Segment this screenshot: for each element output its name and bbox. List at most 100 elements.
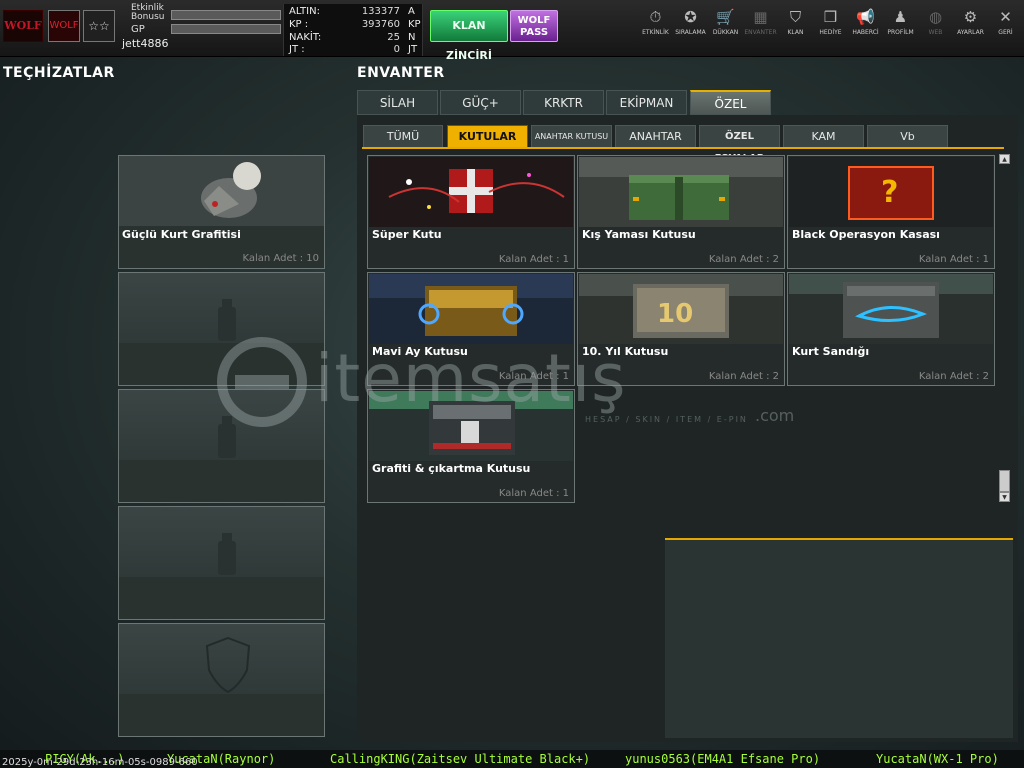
item-image: [369, 391, 573, 461]
spray-can-icon: [218, 416, 236, 458]
item-detail-panel: [665, 538, 1013, 738]
wolf-graffiti-image: [119, 156, 324, 226]
equipment-title: TEÇHİZATLAR: [3, 65, 115, 81]
tab-equipment[interactable]: EKİPMAN: [606, 90, 687, 115]
close-icon: ✕: [999, 8, 1012, 26]
inventory-item-blue-moon-box[interactable]: Mavi Ay Kutusu Kalan Adet : 1: [367, 272, 575, 386]
nav-dkkan[interactable]: 🛒 DÜKKAN: [708, 6, 743, 46]
shield-icon: [205, 636, 251, 694]
item-name: Kış Yaması Kutusu: [582, 228, 696, 241]
nav-etkinlik[interactable]: ⏱ ETKİNLİK: [638, 6, 673, 46]
cart-icon: 🛒: [716, 8, 735, 26]
item-image: [369, 274, 573, 344]
slot-image: [119, 156, 324, 226]
medal-icon: ✪: [684, 8, 697, 26]
inventory-item-black-op-case[interactable]: ? Black Operasyon Kasası Kalan Adet : 1: [787, 155, 995, 269]
nav-profilm[interactable]: ♟ PROFİLM: [883, 6, 918, 46]
item-count: Kalan Adet : 2: [918, 371, 989, 382]
inventory-item-winter-box[interactable]: Kış Yaması Kutusu Kalan Adet : 2: [577, 155, 785, 269]
equipment-slot-empty[interactable]: [118, 389, 325, 503]
nav-label: DÜKKAN: [712, 29, 739, 36]
event-bonus-bar: [171, 10, 281, 20]
scroll-up-button[interactable]: ▲: [999, 154, 1010, 164]
nav-envanter[interactable]: ▦ ENVANTER: [743, 6, 778, 46]
gp-bar: [171, 24, 281, 34]
event-bonus-label: Etkinlik Bonusu: [131, 3, 165, 22]
currency-panel: ALTIN: 133377 A KP :393760 KP NAKİT: 25 N JT …: [283, 4, 423, 56]
equipment-slot-empty[interactable]: [118, 506, 325, 620]
nav-geri[interactable]: ✕ GERİ: [988, 6, 1023, 46]
item-image: 10: [579, 274, 783, 344]
subtab-boxes[interactable]: KUTULAR: [447, 125, 528, 148]
nav-label: HEDİYE: [819, 29, 842, 36]
nav-label: HABERCİ: [852, 29, 879, 36]
gear-icon: ⚙: [963, 8, 978, 26]
nav-klan[interactable]: ⛉ KLAN: [778, 6, 813, 46]
subtab-camo[interactable]: KAM: [783, 125, 864, 148]
subtab-other[interactable]: Vb: [867, 125, 948, 148]
item-image: [579, 157, 783, 227]
item-count: Kalan Adet : 1: [498, 488, 569, 499]
item-image: [369, 157, 573, 227]
nav-siralama[interactable]: ✪ SIRALAMA: [673, 6, 708, 46]
nav-label: ETKİNLİK: [642, 29, 669, 36]
nav-haberci[interactable]: 📢 HABERCİ: [848, 6, 883, 46]
slot-item-name: Güçlü Kurt Grafitisi: [122, 228, 241, 241]
scroll-down-button[interactable]: ▼: [999, 492, 1010, 502]
gp-label: GP: [131, 24, 145, 35]
top-navigation: ⏱ ETKİNLİK ✪ SIRALAMA 🛒 DÜKKAN ▦ ENVANTER ⛉ KLAN ❒…: [638, 6, 1023, 46]
inventory-item-10th-year-box[interactable]: 10 10. Yıl Kutusu Kalan Adet : 2: [577, 272, 785, 386]
subtab-key-boxes[interactable]: ANAHTAR KUTUSU: [531, 125, 612, 148]
slot-item-count: Kalan Adet : 10: [242, 253, 319, 264]
equipment-slot-empty[interactable]: [118, 623, 325, 737]
subtab-keys[interactable]: ANAHTAR: [615, 125, 696, 148]
timestamp: 2025y-0m-29d-23h-16m-05s-0989-660: [2, 757, 198, 768]
nav-hediye[interactable]: ❒ HEDİYE: [813, 6, 848, 46]
nav-label: KLAN: [787, 29, 804, 36]
scrollbar-thumb[interactable]: [999, 470, 1010, 492]
klan-chain-button[interactable]: KLAN ZİNCİRİ: [430, 10, 508, 62]
clan-emblem[interactable]: WOLF: [48, 10, 80, 42]
tab-character[interactable]: KRKTR: [523, 90, 604, 115]
ticker-message: YucataN(WX-1 Pro): [876, 752, 999, 766]
tab-power[interactable]: GÜÇ+: [440, 90, 521, 115]
item-name: Kurt Sandığı: [792, 345, 870, 358]
nav-label: AYARLAR: [957, 29, 984, 36]
profile-icon: ♟: [893, 8, 908, 26]
item-count: Kalan Adet : 2: [708, 371, 779, 382]
equipment-slot-empty[interactable]: [118, 272, 325, 386]
stopwatch-icon: ⏱: [649, 8, 662, 26]
nav-web[interactable]: ◍ WEB: [918, 6, 953, 46]
tab-weapon[interactable]: SİLAH: [357, 90, 438, 115]
ticker-message: CallingKING(Zaitsev Ultimate Black+): [330, 752, 591, 766]
equipment-slot-graffiti[interactable]: Güçlü Kurt Grafitisi Kalan Adet : 10: [118, 155, 325, 269]
item-name: Grafiti & çıkartma Kutusu: [372, 462, 531, 475]
subtab-all[interactable]: TÜMÜ: [363, 125, 443, 148]
item-name: Black Operasyon Kasası: [792, 228, 940, 241]
currency-row-jt: JT :0 JT: [289, 44, 418, 55]
shield-icon: ⛉: [789, 8, 802, 26]
subtab-underline: [362, 147, 1004, 149]
item-name: 10. Yıl Kutusu: [582, 345, 669, 358]
nav-label: PROFİLM: [887, 29, 914, 36]
item-image: [789, 274, 993, 344]
item-name: Süper Kutu: [372, 228, 442, 241]
nav-ayarlar[interactable]: ⚙ AYARLAR: [953, 6, 988, 46]
inventory-title: ENVANTER: [357, 65, 445, 81]
currency-row-kp: KP :393760 KP: [289, 19, 421, 30]
item-name: Mavi Ay Kutusu: [372, 345, 468, 358]
game-logo: WOLF: [3, 10, 43, 42]
currency-row-gold: ALTIN: 133377 A: [289, 6, 415, 17]
subtab-special-items[interactable]: ÖZEL EŞYALAR: [699, 125, 780, 164]
spray-can-icon: [218, 299, 236, 341]
inventory-item-wolf-chest[interactable]: Kurt Sandığı Kalan Adet : 2: [787, 272, 995, 386]
wolf-pass-button[interactable]: WOLF PASS: [510, 10, 558, 42]
tab-special[interactable]: ÖZEL: [690, 90, 771, 115]
nav-label: WEB: [928, 29, 943, 36]
inventory-item-super-box[interactable]: Süper Kutu Kalan Adet : 1: [367, 155, 575, 269]
item-count: Kalan Adet : 1: [498, 371, 569, 382]
spray-can-icon: [218, 533, 236, 575]
inventory-item-graffiti-sticker-box[interactable]: Grafiti & çıkartma Kutusu Kalan Adet : 1: [367, 389, 575, 503]
svg-text:10: 10: [657, 299, 693, 329]
svg-text:?: ?: [881, 175, 898, 210]
